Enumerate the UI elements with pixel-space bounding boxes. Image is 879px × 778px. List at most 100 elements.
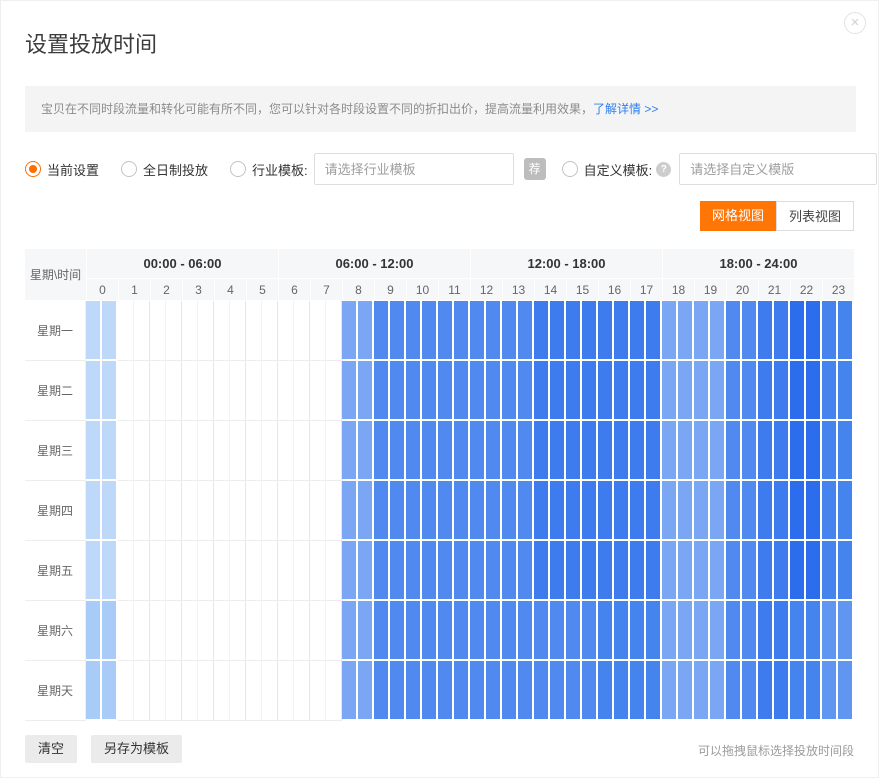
time-cell-d7-h3-b[interactable] [198,661,214,721]
time-cell-d4-h16-b[interactable] [614,481,630,541]
time-cell-d7-h12-b[interactable] [486,661,502,721]
time-cell-d5-h0-a[interactable] [86,541,102,601]
time-cell-d6-h19-a[interactable] [694,601,710,661]
time-cell-d4-h17-a[interactable] [630,481,646,541]
time-cell-d5-h23-a[interactable] [822,541,838,601]
time-cell-d6-h6-a[interactable] [278,601,294,661]
time-cell-d6-h12-a[interactable] [470,601,486,661]
time-cell-d7-h5-a[interactable] [246,661,262,721]
time-cell-d1-h7-a[interactable] [310,301,326,361]
time-cell-d2-h1-b[interactable] [134,361,150,421]
time-cell-d2-h22-b[interactable] [806,361,822,421]
time-cell-d3-h13-b[interactable] [518,421,534,481]
time-cell-d2-h15-b[interactable] [582,361,598,421]
time-cell-d4-h23-b[interactable] [838,481,854,541]
time-cell-d5-h21-a[interactable] [758,541,774,601]
time-cell-d3-h15-a[interactable] [566,421,582,481]
time-cell-d6-h19-b[interactable] [710,601,726,661]
time-cell-d5-h15-b[interactable] [582,541,598,601]
time-cell-d4-h6-a[interactable] [278,481,294,541]
time-cell-d1-h21-b[interactable] [774,301,790,361]
time-cell-d1-h15-a[interactable] [566,301,582,361]
time-cell-d7-h18-a[interactable] [662,661,678,721]
radio-option-industry[interactable]: 行业模板: [230,160,308,179]
radio-icon-industry[interactable] [230,161,246,177]
time-cell-d1-h19-a[interactable] [694,301,710,361]
time-cell-d7-h9-a[interactable] [374,661,390,721]
time-cell-d5-h5-b[interactable] [262,541,278,601]
time-cell-d1-h23-b[interactable] [838,301,854,361]
time-cell-d1-h14-b[interactable] [550,301,566,361]
time-cell-d3-h17-b[interactable] [646,421,662,481]
time-cell-d4-h5-a[interactable] [246,481,262,541]
time-cell-d2-h7-a[interactable] [310,361,326,421]
time-cell-d4-h10-b[interactable] [422,481,438,541]
time-cell-d4-h19-b[interactable] [710,481,726,541]
help-icon[interactable]: ? [656,162,671,177]
time-cell-d1-h6-b[interactable] [294,301,310,361]
time-cell-d4-h15-b[interactable] [582,481,598,541]
time-cell-d5-h2-a[interactable] [150,541,166,601]
time-cell-d3-h21-b[interactable] [774,421,790,481]
radio-option-allday[interactable]: 全日制投放 [121,160,208,179]
time-cell-d2-h11-a[interactable] [438,361,454,421]
time-cell-d2-h4-b[interactable] [230,361,246,421]
time-cell-d3-h12-b[interactable] [486,421,502,481]
time-cell-d7-h6-a[interactable] [278,661,294,721]
time-cell-d5-h17-a[interactable] [630,541,646,601]
time-cell-d4-h10-a[interactable] [406,481,422,541]
time-cell-d2-h12-b[interactable] [486,361,502,421]
time-cell-d2-h2-b[interactable] [166,361,182,421]
time-cell-d4-h1-a[interactable] [118,481,134,541]
time-cell-d7-h14-b[interactable] [550,661,566,721]
time-cell-d4-h8-a[interactable] [342,481,358,541]
time-cell-d7-h10-b[interactable] [422,661,438,721]
time-cell-d5-h10-b[interactable] [422,541,438,601]
time-cell-d1-h12-b[interactable] [486,301,502,361]
time-cell-d4-h9-b[interactable] [390,481,406,541]
time-cell-d1-h23-a[interactable] [822,301,838,361]
time-cell-d5-h9-a[interactable] [374,541,390,601]
time-cell-d6-h11-a[interactable] [438,601,454,661]
time-cell-d4-h9-a[interactable] [374,481,390,541]
time-cell-d1-h19-b[interactable] [710,301,726,361]
time-cell-d3-h9-a[interactable] [374,421,390,481]
time-cell-d3-h3-b[interactable] [198,421,214,481]
time-cell-d3-h4-b[interactable] [230,421,246,481]
time-cell-d1-h16-a[interactable] [598,301,614,361]
time-cell-d6-h9-b[interactable] [390,601,406,661]
time-cell-d6-h4-b[interactable] [230,601,246,661]
time-cell-d6-h3-b[interactable] [198,601,214,661]
time-cell-d5-h20-b[interactable] [742,541,758,601]
time-cell-d1-h4-b[interactable] [230,301,246,361]
time-cell-d2-h10-b[interactable] [422,361,438,421]
time-cell-d3-h23-a[interactable] [822,421,838,481]
time-cell-d5-h23-b[interactable] [838,541,854,601]
time-cell-d2-h13-b[interactable] [518,361,534,421]
time-cell-d3-h16-b[interactable] [614,421,630,481]
time-cell-d7-h11-a[interactable] [438,661,454,721]
time-cell-d5-h21-b[interactable] [774,541,790,601]
time-cell-d3-h11-b[interactable] [454,421,470,481]
time-cell-d4-h13-a[interactable] [502,481,518,541]
time-cell-d1-h5-b[interactable] [262,301,278,361]
time-cell-d4-h1-b[interactable] [134,481,150,541]
time-cell-d1-h5-a[interactable] [246,301,262,361]
time-cell-d1-h11-a[interactable] [438,301,454,361]
time-cell-d5-h18-a[interactable] [662,541,678,601]
time-cell-d4-h5-b[interactable] [262,481,278,541]
time-cell-d6-h20-b[interactable] [742,601,758,661]
industry-template-input[interactable] [314,153,514,185]
time-cell-d6-h14-b[interactable] [550,601,566,661]
time-cell-d2-h23-b[interactable] [838,361,854,421]
time-cell-d4-h7-a[interactable] [310,481,326,541]
time-cell-d4-h22-b[interactable] [806,481,822,541]
time-cell-d3-h10-b[interactable] [422,421,438,481]
time-cell-d4-h19-a[interactable] [694,481,710,541]
time-cell-d3-h2-a[interactable] [150,421,166,481]
time-cell-d5-h12-b[interactable] [486,541,502,601]
time-cell-d5-h8-a[interactable] [342,541,358,601]
time-cell-d6-h1-b[interactable] [134,601,150,661]
time-cell-d5-h9-b[interactable] [390,541,406,601]
time-cell-d6-h15-a[interactable] [566,601,582,661]
